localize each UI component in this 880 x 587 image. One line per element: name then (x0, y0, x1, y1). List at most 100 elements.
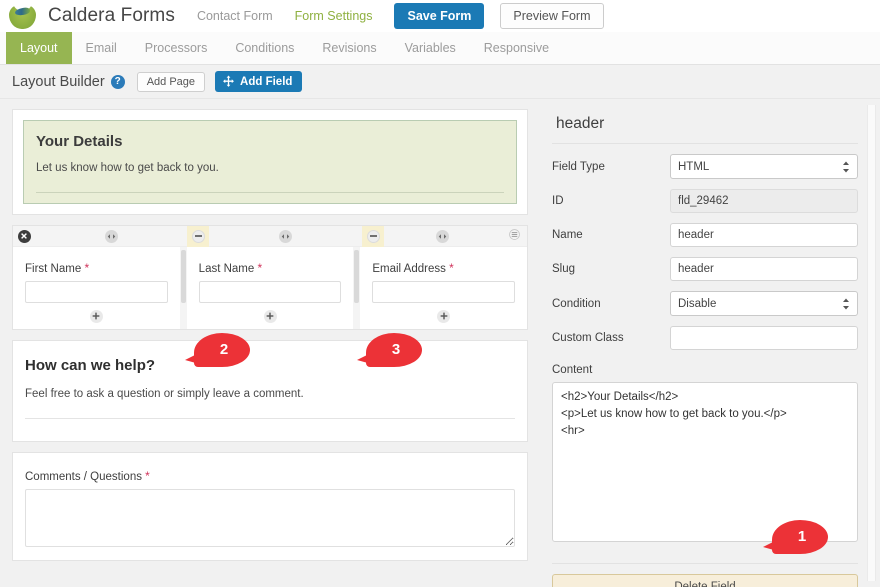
add-field-to-column-icon[interactable] (437, 310, 450, 323)
caldera-logo (8, 2, 38, 30)
setting-id: ID (552, 189, 858, 213)
slug-input[interactable] (670, 257, 858, 281)
top-bar: Caldera Forms Contact Form Form Settings… (0, 0, 880, 32)
last-name-label: Last Name * (199, 261, 342, 275)
caldera-logo-icon (8, 2, 38, 30)
html-field-preview[interactable]: Your Details Let us know how to get back… (23, 120, 517, 204)
required-marker: * (449, 261, 454, 275)
email-address-input[interactable] (372, 281, 515, 303)
tab-email[interactable]: Email (72, 32, 131, 64)
resize-handle-icon[interactable] (105, 230, 118, 243)
add-field-button[interactable]: Add Field (215, 71, 302, 92)
setting-slug: Slug (552, 257, 858, 281)
tab-layout[interactable]: Layout (6, 32, 72, 64)
chevron-updown-icon (842, 161, 850, 173)
first-name-input[interactable] (25, 281, 168, 303)
setting-condition: Condition Disable (552, 291, 858, 316)
name-label: Name (552, 229, 670, 241)
help-block-preview: How can we help? Feel free to ask a ques… (13, 341, 527, 419)
slug-label: Slug (552, 263, 670, 275)
tab-revisions[interactable]: Revisions (308, 32, 390, 64)
html-block-divider (36, 192, 504, 193)
last-name-label-text: Last Name (199, 263, 255, 275)
column-first-name: First Name * (13, 247, 180, 329)
column-resize-divider[interactable] (353, 247, 360, 329)
html-field-panel[interactable]: Your Details Let us know how to get back… (12, 109, 528, 215)
html-block-heading: Your Details (36, 133, 504, 150)
column-last-name: Last Name * (187, 247, 354, 329)
field-columns: First Name * Last N (13, 247, 527, 329)
save-form-button[interactable]: Save Form (394, 3, 484, 29)
email-address-label: Email Address * (372, 261, 515, 275)
tab-conditions[interactable]: Conditions (221, 32, 308, 64)
setting-name: Name (552, 223, 858, 247)
field-type-value: HTML (678, 161, 709, 173)
field-type-select[interactable]: HTML (670, 154, 858, 179)
add-page-button[interactable]: Add Page (137, 72, 205, 92)
collapse-column-3-wrapper (362, 226, 384, 247)
page-title: Layout Builder (12, 74, 105, 90)
add-field-label: Add Field (240, 76, 292, 88)
id-input (670, 189, 858, 213)
html-block-paragraph: Let us know how to get back to you. (36, 162, 504, 174)
last-name-input[interactable] (199, 281, 342, 303)
form-canvas: Your Details Let us know how to get back… (0, 99, 540, 587)
column-resize-divider[interactable] (180, 247, 187, 329)
custom-class-input[interactable] (670, 326, 858, 350)
nav-link-contact-form[interactable]: Contact Form (197, 9, 273, 23)
content-label: Content (552, 364, 858, 376)
preview-form-button[interactable]: Preview Form (500, 3, 603, 29)
help-html-panel[interactable]: How can we help? Feel free to ask a ques… (12, 340, 528, 442)
layout-builder-bar: Layout Builder ? Add Page Add Field (0, 65, 880, 99)
condition-select[interactable]: Disable (670, 291, 858, 316)
move-arrows-icon (222, 75, 235, 88)
comments-textarea[interactable] (25, 489, 515, 547)
brand-title: Caldera Forms (48, 5, 175, 27)
tab-responsive[interactable]: Responsive (470, 32, 563, 64)
column-footer (199, 303, 342, 329)
tab-processors[interactable]: Processors (131, 32, 222, 64)
content-textarea[interactable]: <h2>Your Details</h2> <p>Let us know how… (552, 382, 858, 542)
setting-custom-class: Custom Class (552, 326, 858, 350)
email-address-label-text: Email Address (372, 263, 446, 275)
comments-label: Comments / Questions * (25, 469, 515, 483)
settings-divider (552, 563, 858, 564)
field-type-label: Field Type (552, 161, 670, 173)
add-field-to-column-icon[interactable] (90, 310, 103, 323)
id-label: ID (552, 195, 670, 207)
column-email-address: Email Address * (360, 247, 527, 329)
close-icon[interactable] (18, 230, 31, 243)
help-icon[interactable]: ? (111, 75, 125, 89)
required-marker: * (145, 469, 150, 483)
required-marker: * (84, 261, 89, 275)
nav-link-form-settings[interactable]: Form Settings (295, 9, 373, 23)
minus-icon-column-3[interactable] (367, 230, 380, 243)
field-settings-panel: header Field Type HTML ID (540, 99, 880, 587)
collapse-column-2-wrapper (187, 226, 209, 247)
help-block-divider (25, 418, 515, 419)
panel-scrollbar[interactable] (867, 105, 876, 581)
custom-class-label: Custom Class (552, 332, 670, 344)
comments-panel-inner: Comments / Questions * (13, 453, 527, 560)
tab-variables[interactable]: Variables (391, 32, 470, 64)
comments-panel[interactable]: Comments / Questions * (12, 452, 528, 561)
comments-label-text: Comments / Questions (25, 471, 142, 483)
resize-handle-icon[interactable] (279, 230, 292, 243)
main-area: Your Details Let us know how to get back… (0, 99, 880, 587)
first-name-label: First Name * (25, 261, 168, 275)
condition-label: Condition (552, 298, 670, 310)
help-block-heading: How can we help? (25, 357, 515, 374)
row-menu-icon[interactable] (509, 229, 520, 243)
field-row-panel: First Name * Last N (12, 225, 528, 330)
add-field-to-column-icon[interactable] (264, 310, 277, 323)
required-marker: * (257, 261, 262, 275)
condition-value: Disable (678, 298, 716, 310)
settings-title: header (552, 111, 858, 144)
name-input[interactable] (670, 223, 858, 247)
tab-bar: Layout Email Processors Conditions Revis… (0, 32, 880, 65)
minus-icon-column-2[interactable] (192, 230, 205, 243)
column-footer (372, 303, 515, 329)
help-block-paragraph: Feel free to ask a question or simply le… (25, 388, 515, 400)
delete-field-button[interactable]: Delete Field (552, 574, 858, 587)
resize-handle-icon[interactable] (436, 230, 449, 243)
